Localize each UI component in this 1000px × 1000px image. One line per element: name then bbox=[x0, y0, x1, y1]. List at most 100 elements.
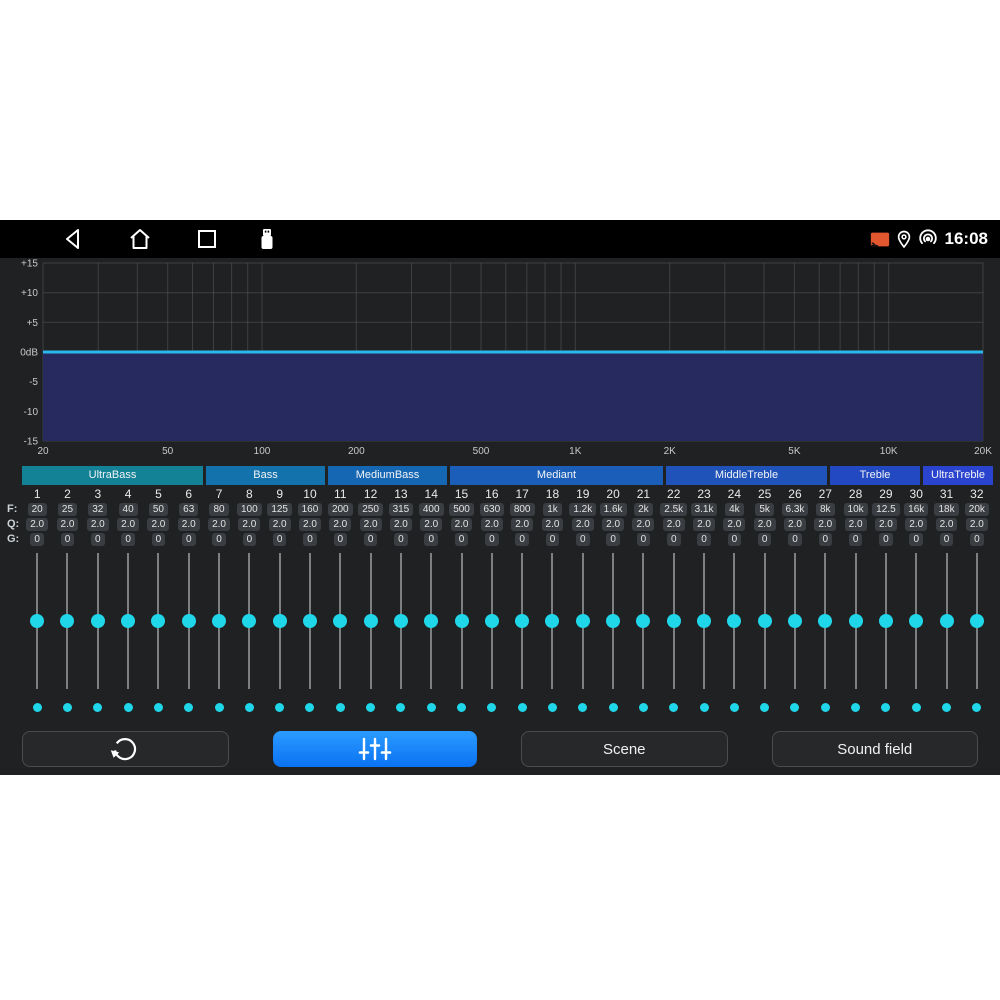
band-group-mediant[interactable]: Mediant bbox=[450, 466, 663, 485]
band-gain-chip[interactable]: 0 bbox=[455, 533, 469, 546]
slider-thumb[interactable] bbox=[151, 614, 165, 628]
reset-button[interactable] bbox=[22, 731, 229, 767]
band-frequency-chip[interactable]: 40 bbox=[119, 503, 138, 516]
band-frequency-chip[interactable]: 800 bbox=[510, 503, 535, 516]
band-slider[interactable] bbox=[477, 550, 507, 692]
slider-thumb[interactable] bbox=[273, 614, 287, 628]
slider-thumb[interactable] bbox=[849, 614, 863, 628]
slider-thumb[interactable] bbox=[636, 614, 650, 628]
slider-thumb[interactable] bbox=[60, 614, 74, 628]
band-slider[interactable] bbox=[507, 550, 537, 692]
band-gain-chip[interactable]: 0 bbox=[728, 533, 742, 546]
band-group-ultrabass[interactable]: UltraBass bbox=[22, 466, 203, 485]
band-gain-chip[interactable]: 0 bbox=[212, 533, 226, 546]
band-gain-chip[interactable]: 0 bbox=[788, 533, 802, 546]
band-q-chip[interactable]: 2.0 bbox=[360, 518, 382, 531]
band-frequency-chip[interactable]: 20 bbox=[28, 503, 47, 516]
band-frequency-chip[interactable]: 500 bbox=[449, 503, 474, 516]
slider-thumb[interactable] bbox=[91, 614, 105, 628]
band-q-chip[interactable]: 2.0 bbox=[26, 518, 48, 531]
band-slider[interactable] bbox=[22, 550, 52, 692]
band-gain-chip[interactable]: 0 bbox=[606, 533, 620, 546]
band-q-chip[interactable]: 2.0 bbox=[420, 518, 442, 531]
band-gain-chip[interactable]: 0 bbox=[273, 533, 287, 546]
band-frequency-chip[interactable]: 4k bbox=[725, 503, 744, 516]
band-q-chip[interactable]: 2.0 bbox=[845, 518, 867, 531]
band-slider[interactable] bbox=[113, 550, 143, 692]
band-frequency-chip[interactable]: 100 bbox=[237, 503, 262, 516]
band-group-middletreble[interactable]: MiddleTreble bbox=[666, 466, 827, 485]
slider-thumb[interactable] bbox=[515, 614, 529, 628]
band-slider[interactable] bbox=[901, 550, 931, 692]
band-gain-chip[interactable]: 0 bbox=[546, 533, 560, 546]
usb-icon[interactable] bbox=[254, 226, 280, 252]
band-gain-chip[interactable]: 0 bbox=[364, 533, 378, 546]
slider-thumb[interactable] bbox=[424, 614, 438, 628]
band-gain-chip[interactable]: 0 bbox=[637, 533, 651, 546]
band-frequency-chip[interactable]: 80 bbox=[209, 503, 228, 516]
slider-thumb[interactable] bbox=[182, 614, 196, 628]
band-gain-chip[interactable]: 0 bbox=[424, 533, 438, 546]
band-group-mediumbass[interactable]: MediumBass bbox=[328, 466, 447, 485]
slider-thumb[interactable] bbox=[394, 614, 408, 628]
band-q-chip[interactable]: 2.0 bbox=[936, 518, 958, 531]
band-q-chip[interactable]: 2.0 bbox=[117, 518, 139, 531]
band-q-chip[interactable]: 2.0 bbox=[238, 518, 260, 531]
band-q-chip[interactable]: 2.0 bbox=[602, 518, 624, 531]
band-gain-chip[interactable]: 0 bbox=[849, 533, 863, 546]
slider-thumb[interactable] bbox=[576, 614, 590, 628]
slider-thumb[interactable] bbox=[940, 614, 954, 628]
band-frequency-chip[interactable]: 400 bbox=[419, 503, 444, 516]
band-gain-chip[interactable]: 0 bbox=[970, 533, 984, 546]
band-frequency-chip[interactable]: 20k bbox=[965, 503, 989, 516]
back-icon[interactable] bbox=[60, 226, 86, 252]
band-q-chip[interactable]: 2.0 bbox=[87, 518, 109, 531]
band-slider[interactable] bbox=[386, 550, 416, 692]
band-gain-chip[interactable]: 0 bbox=[697, 533, 711, 546]
slider-thumb[interactable] bbox=[727, 614, 741, 628]
slider-thumb[interactable] bbox=[818, 614, 832, 628]
band-q-chip[interactable]: 2.0 bbox=[754, 518, 776, 531]
band-slider[interactable] bbox=[234, 550, 264, 692]
home-icon[interactable] bbox=[127, 226, 153, 252]
band-slider[interactable] bbox=[325, 550, 355, 692]
band-gain-chip[interactable]: 0 bbox=[303, 533, 317, 546]
slider-thumb[interactable] bbox=[758, 614, 772, 628]
slider-thumb[interactable] bbox=[364, 614, 378, 628]
band-gain-chip[interactable]: 0 bbox=[30, 533, 44, 546]
slider-thumb[interactable] bbox=[788, 614, 802, 628]
band-slider[interactable] bbox=[598, 550, 628, 692]
band-gain-chip[interactable]: 0 bbox=[394, 533, 408, 546]
slider-thumb[interactable] bbox=[121, 614, 135, 628]
scene-button[interactable]: Scene bbox=[521, 731, 728, 767]
slider-thumb[interactable] bbox=[909, 614, 923, 628]
band-slider[interactable] bbox=[174, 550, 204, 692]
band-slider[interactable] bbox=[689, 550, 719, 692]
band-gain-chip[interactable]: 0 bbox=[152, 533, 166, 546]
band-q-chip[interactable]: 2.0 bbox=[875, 518, 897, 531]
band-slider[interactable] bbox=[355, 550, 385, 692]
band-q-chip[interactable]: 2.0 bbox=[269, 518, 291, 531]
band-slider[interactable] bbox=[719, 550, 749, 692]
band-gain-chip[interactable]: 0 bbox=[91, 533, 105, 546]
slider-thumb[interactable] bbox=[879, 614, 893, 628]
band-slider[interactable] bbox=[143, 550, 173, 692]
band-frequency-chip[interactable]: 2.5k bbox=[660, 503, 687, 516]
band-frequency-chip[interactable]: 8k bbox=[816, 503, 835, 516]
band-q-chip[interactable]: 2.0 bbox=[693, 518, 715, 531]
band-q-chip[interactable]: 2.0 bbox=[208, 518, 230, 531]
slider-thumb[interactable] bbox=[970, 614, 984, 628]
band-frequency-chip[interactable]: 5k bbox=[755, 503, 774, 516]
band-q-chip[interactable]: 2.0 bbox=[542, 518, 564, 531]
band-frequency-chip[interactable]: 630 bbox=[480, 503, 505, 516]
band-group-bass[interactable]: Bass bbox=[206, 466, 325, 485]
band-q-chip[interactable]: 2.0 bbox=[147, 518, 169, 531]
band-gain-chip[interactable]: 0 bbox=[334, 533, 348, 546]
band-gain-chip[interactable]: 0 bbox=[667, 533, 681, 546]
band-gain-chip[interactable]: 0 bbox=[182, 533, 196, 546]
band-slider[interactable] bbox=[628, 550, 658, 692]
band-gain-chip[interactable]: 0 bbox=[879, 533, 893, 546]
band-q-chip[interactable]: 2.0 bbox=[178, 518, 200, 531]
slider-thumb[interactable] bbox=[485, 614, 499, 628]
band-q-chip[interactable]: 2.0 bbox=[814, 518, 836, 531]
